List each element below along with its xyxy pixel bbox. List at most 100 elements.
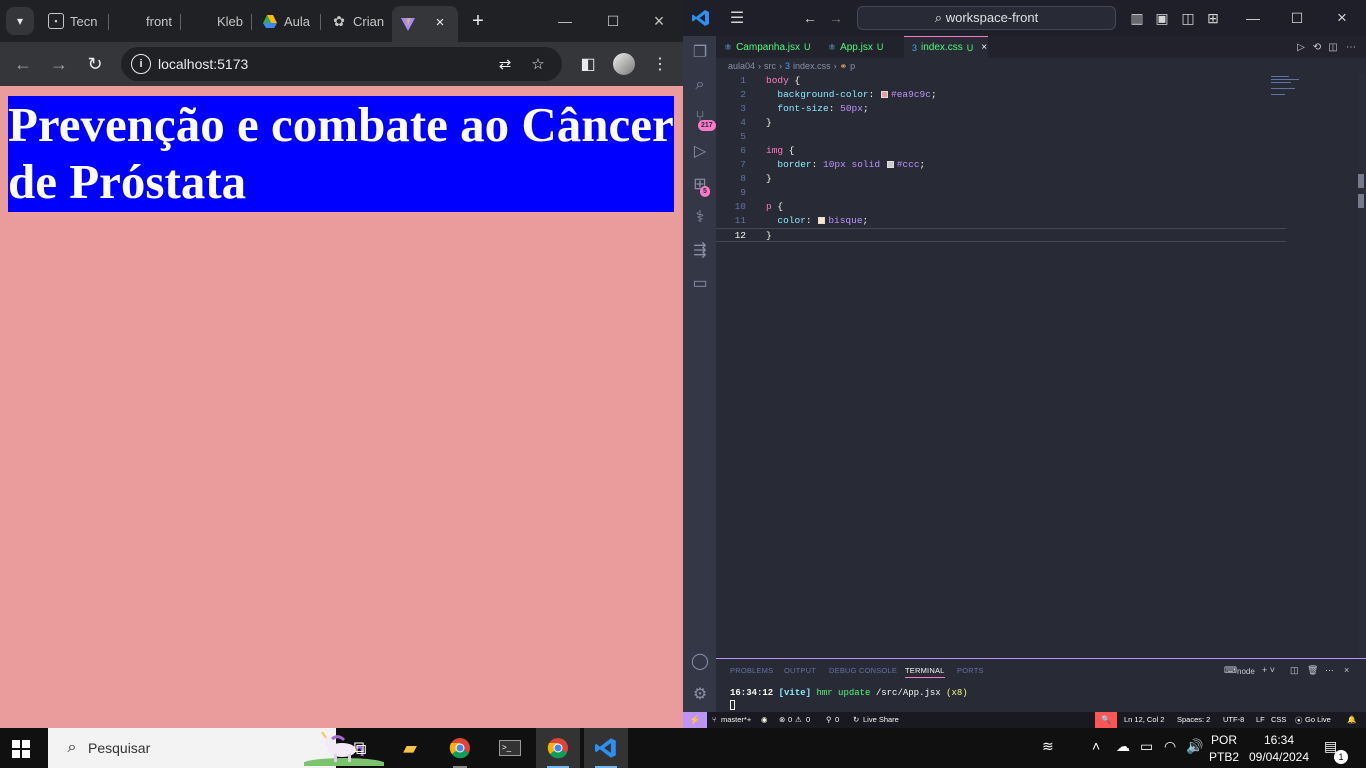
input-language[interactable]: POR — [1208, 733, 1240, 747]
volume-icon[interactable]: 🔊 — [1186, 738, 1203, 755]
address-bar[interactable]: i localhost:5173 ⇄ ☆ — [121, 47, 562, 81]
encoding[interactable]: UTF-8 — [1223, 715, 1244, 724]
editor-scrollbar[interactable] — [1358, 74, 1366, 658]
url-text[interactable]: localhost:5173 — [158, 56, 248, 72]
toggle-panel-icon[interactable]: ▣ — [1152, 8, 1172, 28]
bell-icon[interactable]: 🔔 — [1347, 715, 1356, 724]
more-actions-icon[interactable]: ⋯ — [1325, 665, 1334, 676]
live-share-icon[interactable]: ⇶ — [688, 238, 712, 262]
panel-tab-terminal[interactable]: TERMINAL — [905, 666, 945, 678]
toggle-secondary-sidebar-icon[interactable]: ◫ — [1178, 8, 1198, 28]
ports-count[interactable]: 0 — [835, 715, 839, 724]
browser-tab-active[interactable]: × — [392, 6, 458, 42]
trash-icon[interactable]: 🗑 — [1307, 665, 1318, 676]
remote-explorer-icon[interactable]: ▭ — [688, 271, 712, 295]
python-icon[interactable]: ⚕ — [688, 205, 712, 229]
open-changes-icon[interactable]: ⟲ — [1310, 40, 1324, 54]
forward-arrow-icon[interactable]: → — [826, 8, 846, 28]
panel-tab-ports[interactable]: PORTS — [957, 666, 984, 675]
search-icon[interactable]: ⌕ — [688, 73, 712, 97]
new-tab-plus-icon[interactable]: + — [466, 9, 490, 33]
windows-start-icon[interactable] — [12, 740, 30, 758]
code-line[interactable]: 3 font-size: 50px; — [716, 102, 1286, 116]
cursor-position[interactable]: Ln 12, Col 2 — [1124, 715, 1164, 724]
sync-icon[interactable]: ◉ — [761, 715, 768, 724]
code-editor[interactable]: 1 body {2 background-color: #ea9c9c; 3 fon… — [716, 74, 1366, 658]
browser-tab[interactable]: front — [116, 6, 172, 36]
language-mode[interactable]: CSS — [1271, 715, 1286, 724]
split-editor-icon[interactable]: ◫ — [1326, 40, 1340, 54]
forward-arrow-icon[interactable]: → — [45, 50, 73, 78]
side-panel-icon[interactable]: ◧ — [574, 50, 602, 78]
close-window-icon[interactable]: × — [1332, 8, 1352, 28]
go-live[interactable]: Go Live — [1305, 715, 1331, 724]
minimize-icon[interactable]: — — [1243, 8, 1263, 28]
editor-tab[interactable]: ⚛ App.jsx U — [820, 36, 900, 58]
remote-indicator-icon[interactable]: ⚡ — [683, 712, 707, 728]
close-window-icon[interactable]: × — [636, 6, 682, 36]
code-line[interactable]: 7 border: 10px solid #ccc; — [716, 158, 1286, 172]
taskbar-search[interactable]: ⌕ Pesquisar — [48, 728, 384, 768]
wifi-icon[interactable]: ◠ — [1164, 738, 1176, 755]
code-line[interactable]: 11 color: bisque; — [716, 214, 1286, 228]
chrome-profile-icon[interactable] — [536, 728, 580, 768]
command-center[interactable]: ⌕ workspace-front — [857, 6, 1116, 30]
tab-search-chevron-icon[interactable]: ▾ — [6, 7, 34, 35]
editor-tab-active[interactable]: 3 index.css U × — [904, 36, 988, 58]
breadcrumb-item[interactable]: index.css — [793, 61, 831, 71]
error-count[interactable]: 0 — [788, 715, 792, 724]
minimize-icon[interactable]: — — [542, 6, 588, 36]
color-swatch-icon[interactable] — [886, 161, 894, 168]
browser-tab[interactable]: Kleb — [187, 6, 243, 36]
reload-icon[interactable]: ↻ — [81, 50, 109, 78]
close-panel-icon[interactable]: × — [1344, 665, 1349, 675]
show-hidden-icons-chevron-icon[interactable]: ˄ — [1092, 738, 1100, 754]
code-line[interactable]: 8} — [716, 172, 1286, 186]
task-view-icon[interactable]: ⧉ — [338, 728, 382, 768]
git-branch[interactable]: master*+ — [721, 715, 751, 724]
terminal-name[interactable]: node — [1237, 667, 1255, 676]
color-swatch-icon[interactable] — [881, 91, 889, 98]
settings-gear-icon[interactable]: ⚙ — [688, 682, 712, 706]
editor-tab[interactable]: ⚛ Campanha.jsx U — [716, 36, 816, 58]
breadcrumb-item[interactable]: p — [850, 61, 855, 71]
close-tab-icon[interactable]: × — [432, 14, 448, 31]
panel-tab-problems[interactable]: PROBLEMS — [730, 666, 773, 675]
browser-tab[interactable]: ▪ Tecn — [40, 6, 102, 36]
terminal-output[interactable]: 16:34:12 [vite] hmr update /src/App.jsx … — [730, 688, 968, 698]
site-info-icon[interactable]: i — [131, 54, 151, 74]
run-icon[interactable]: ▷ — [1294, 40, 1308, 54]
bookmark-star-icon[interactable]: ☆ — [526, 52, 550, 76]
menu-kebab-icon[interactable]: ⋮ — [646, 50, 674, 78]
keyboard-layout[interactable]: PTB2 — [1208, 750, 1240, 764]
zoom-icon[interactable]: 🔍 — [1095, 712, 1117, 728]
maximize-icon[interactable]: ☐ — [1287, 8, 1307, 28]
battery-icon[interactable]: ▭ — [1140, 738, 1153, 755]
warning-count[interactable]: 0 — [806, 715, 810, 724]
color-swatch-icon[interactable] — [818, 217, 826, 224]
chrome-icon[interactable] — [438, 728, 482, 768]
code-line[interactable]: 5 — [716, 130, 1286, 144]
split-terminal-icon[interactable]: ◫ — [1290, 665, 1299, 676]
back-arrow-icon[interactable]: ← — [9, 50, 37, 78]
vscode-app-icon[interactable] — [584, 728, 628, 768]
code-line[interactable]: 6 img { — [716, 144, 1286, 158]
panel-tab-output[interactable]: OUTPUT — [784, 666, 816, 675]
toggle-primary-sidebar-icon[interactable]: ▥ — [1127, 8, 1147, 28]
onedrive-icon[interactable]: ☁ — [1116, 738, 1130, 755]
customize-layout-icon[interactable]: ⊞ — [1203, 8, 1223, 28]
browser-tab[interactable]: Aula — [254, 6, 314, 36]
translate-icon[interactable]: ⇄ — [493, 52, 517, 76]
run-debug-icon[interactable]: ▷ — [688, 139, 712, 163]
back-arrow-icon[interactable]: ← — [800, 8, 820, 28]
code-line[interactable]: 2 background-color: #ea9c9c; — [716, 88, 1286, 102]
browser-tab[interactable]: ✿ Crian — [323, 6, 387, 36]
close-tab-icon[interactable]: × — [981, 42, 987, 53]
live-share[interactable]: Live Share — [863, 715, 899, 724]
new-terminal-plus-icon[interactable]: + ˅ — [1262, 665, 1275, 675]
panel-tab-debug-console[interactable]: DEBUG CONSOLE — [829, 666, 897, 675]
profile-avatar[interactable] — [613, 53, 635, 75]
code-line[interactable]: 1 body { — [716, 74, 1286, 88]
code-line[interactable]: 12} — [716, 228, 1286, 242]
clock-time[interactable]: 16:34 — [1246, 733, 1312, 747]
